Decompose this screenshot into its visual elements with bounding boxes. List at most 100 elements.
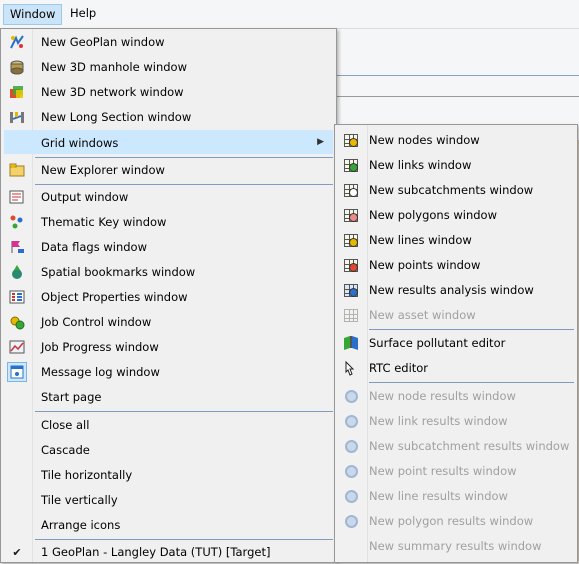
menu-item-label: Cascade: [41, 443, 90, 457]
submenu-item-new-polygon-results[interactable]: New polygon results window: [338, 509, 574, 533]
submenu-item-label: New node results window: [369, 389, 516, 403]
object-properties-icon: [9, 289, 25, 305]
window-menu: New GeoPlan window New 3D manhole window…: [0, 28, 337, 563]
menu-item-geoplan-langley[interactable]: ✔ 1 GeoPlan - Langley Data (TUT) [Target…: [4, 540, 333, 564]
menu-item-label: Close all: [41, 418, 90, 432]
menu-item-object-properties[interactable]: Object Properties window: [4, 285, 333, 309]
menu-item-label: Message log window: [41, 365, 160, 379]
submenu-item-label: New asset window: [369, 308, 476, 322]
submenu-item-label: New subcatchment results window: [369, 439, 570, 453]
submenu-item-label: New polygon results window: [369, 514, 534, 528]
submenu-item-new-node-results[interactable]: New node results window: [338, 384, 574, 408]
menu-item-output[interactable]: Output window: [4, 185, 333, 209]
menu-item-label: Data flags window: [41, 240, 147, 254]
menu-item-new-long-section[interactable]: New Long Section window: [4, 105, 333, 129]
message-log-icon: [7, 362, 27, 382]
menu-separator: [35, 411, 333, 412]
submenu-item-new-link-results[interactable]: New link results window: [338, 409, 574, 433]
grid-subcatchments-icon: [343, 182, 359, 198]
output-icon: [9, 189, 25, 205]
submenu-item-new-asset[interactable]: New asset window: [338, 303, 574, 327]
grid-points-icon: [343, 257, 359, 273]
menu-item-label: 1 GeoPlan - Langley Data (TUT) [Target]: [41, 545, 271, 559]
submenu-item-new-polygons[interactable]: New polygons window: [338, 203, 574, 227]
submenu-item-label: New links window: [369, 158, 472, 172]
submenu-item-new-subcatchment-results[interactable]: New subcatchment results window: [338, 434, 574, 458]
submenu-item-new-results-analysis[interactable]: New results analysis window: [338, 278, 574, 302]
job-progress-icon: [9, 339, 25, 355]
menu-item-new-explorer[interactable]: New Explorer window: [4, 158, 333, 182]
menu-item-new-geoplan[interactable]: New GeoPlan window: [4, 30, 333, 54]
menu-item-job-control[interactable]: Job Control window: [4, 310, 333, 334]
menu-item-data-flags[interactable]: Data flags window: [4, 235, 333, 259]
menu-item-label: Tile vertically: [41, 493, 118, 507]
polygon-results-icon: [343, 513, 359, 529]
menubar-window[interactable]: Window: [3, 4, 63, 25]
submenu-item-label: New nodes window: [369, 133, 480, 147]
menu-item-label: Thematic Key window: [41, 215, 167, 229]
rtc-editor-icon: [343, 360, 359, 376]
submenu-item-label: New subcatchments window: [369, 183, 534, 197]
menu-item-grid-windows[interactable]: Grid windows ▶: [4, 130, 333, 154]
menu-item-spatial-bookmarks[interactable]: Spatial bookmarks window: [4, 260, 333, 284]
menu-item-arrange-icons[interactable]: Arrange icons: [4, 513, 333, 537]
menu-item-label: Job Control window: [41, 315, 152, 329]
menu-item-label: New 3D manhole window: [41, 60, 187, 74]
submenu-item-new-nodes[interactable]: New nodes window: [338, 128, 574, 152]
submenu-item-surface-pollutant-editor[interactable]: Surface pollutant editor: [338, 331, 574, 355]
node-results-icon: [343, 388, 359, 404]
subcatchment-results-icon: [343, 438, 359, 454]
submenu-item-new-point-results[interactable]: New point results window: [338, 459, 574, 483]
menu-item-new-3d-network[interactable]: New 3D network window: [4, 80, 333, 104]
submenu-item-new-summary-results[interactable]: New summary results window: [338, 534, 574, 558]
submenu-item-label: New point results window: [369, 464, 517, 478]
check-icon: ✔: [12, 545, 22, 559]
grid-nodes-icon: [343, 132, 359, 148]
submenu-arrow-icon: ▶: [317, 137, 324, 147]
menu-item-message-log[interactable]: Message log window: [4, 360, 333, 384]
menu-item-label: Job Progress window: [41, 340, 159, 354]
menu-item-start-page[interactable]: Start page: [4, 385, 333, 409]
grid-polygons-icon: [343, 207, 359, 223]
menu-item-thematic-key[interactable]: Thematic Key window: [4, 210, 333, 234]
line-results-icon: [343, 488, 359, 504]
spatial-bookmarks-icon: [9, 264, 25, 280]
submenu-item-new-points[interactable]: New points window: [338, 253, 574, 277]
menubar-help[interactable]: Help: [64, 4, 102, 23]
grid-asset-icon: [343, 307, 359, 323]
menu-item-job-progress[interactable]: Job Progress window: [4, 335, 333, 359]
submenu-item-new-links[interactable]: New links window: [338, 153, 574, 177]
explorer-icon: [9, 162, 25, 178]
menu-item-label: Tile horizontally: [41, 468, 133, 482]
submenu-item-label: Surface pollutant editor: [369, 336, 506, 350]
background-divider: [335, 96, 579, 97]
menu-item-close-all[interactable]: Close all: [4, 413, 333, 437]
menu-separator: [369, 329, 574, 330]
menu-item-label: Arrange icons: [41, 518, 121, 532]
submenu-item-label: New polygons window: [369, 208, 497, 222]
submenu-item-new-lines[interactable]: New lines window: [338, 228, 574, 252]
grid-windows-submenu: New nodes window New links window New su…: [334, 124, 578, 563]
menu-item-tile-vertically[interactable]: Tile vertically: [4, 488, 333, 512]
submenu-item-label: RTC editor: [369, 361, 429, 375]
submenu-item-new-subcatchments[interactable]: New subcatchments window: [338, 178, 574, 202]
link-results-icon: [343, 413, 359, 429]
menu-separator: [369, 382, 574, 383]
submenu-item-label: New lines window: [369, 233, 472, 247]
manhole-3d-icon: [9, 59, 25, 75]
menubar-window-label: Window: [10, 7, 56, 21]
menu-item-label: Grid windows: [41, 136, 119, 150]
submenu-item-rtc-editor[interactable]: RTC editor: [338, 356, 574, 380]
submenu-item-label: New summary results window: [369, 539, 542, 553]
submenu-item-label: New link results window: [369, 414, 508, 428]
menu-item-new-3d-manhole[interactable]: New 3D manhole window: [4, 55, 333, 79]
thematic-key-icon: [9, 214, 25, 230]
menu-item-cascade[interactable]: Cascade: [4, 438, 333, 462]
submenu-item-label: New results analysis window: [369, 283, 534, 297]
network-3d-icon: [9, 84, 25, 100]
menu-item-label: Spatial bookmarks window: [41, 265, 196, 279]
grid-lines-icon: [343, 232, 359, 248]
menu-item-tile-horizontally[interactable]: Tile horizontally: [4, 463, 333, 487]
surface-pollutant-icon: [343, 335, 359, 351]
submenu-item-new-line-results[interactable]: New line results window: [338, 484, 574, 508]
